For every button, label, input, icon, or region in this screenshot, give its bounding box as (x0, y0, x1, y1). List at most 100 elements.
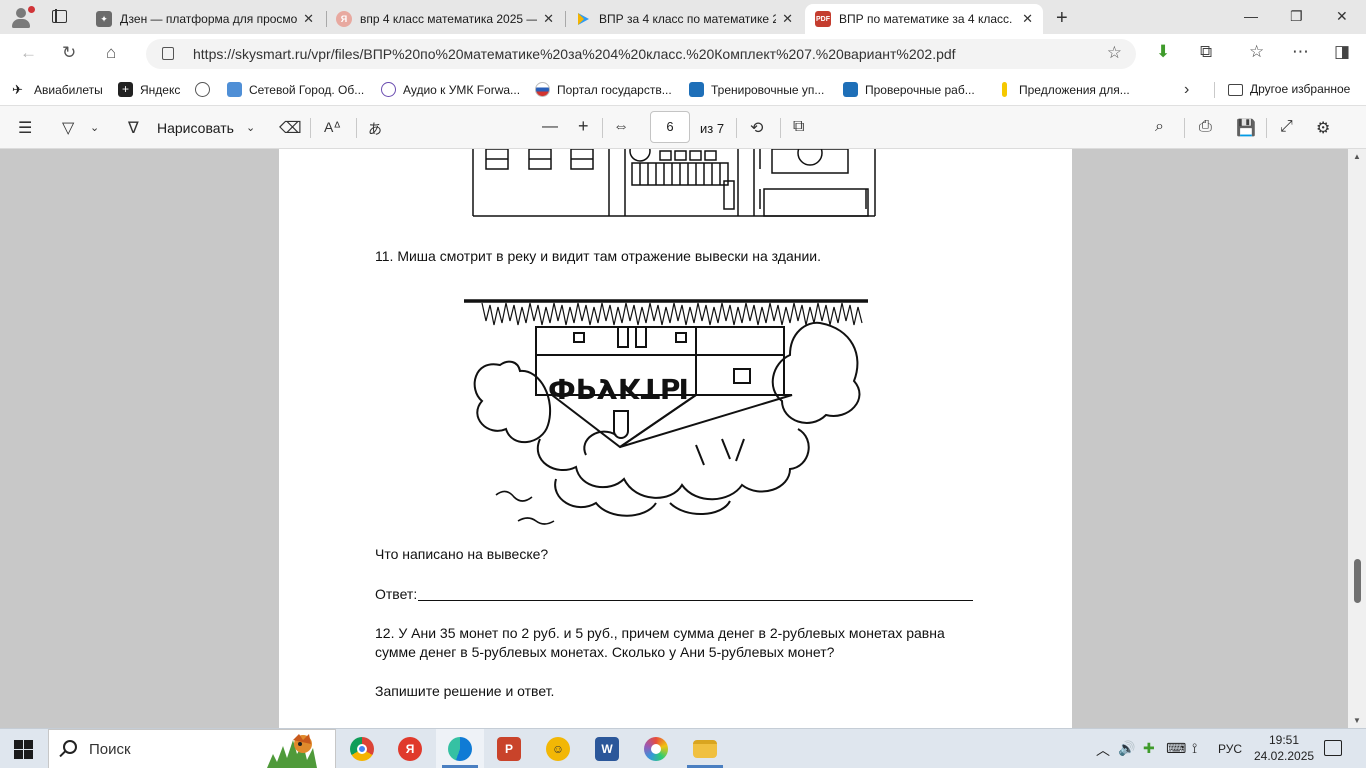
yandex-plus-icon: + (118, 82, 133, 97)
taskbar-yandex-browser[interactable]: Я (386, 729, 434, 768)
bookmark-proverochnye[interactable]: Проверочные раб... (843, 82, 975, 97)
lock-icon[interactable] (162, 47, 174, 60)
extensions-icon[interactable]: ⧉ (1200, 42, 1212, 62)
bookmark-gosuslugi[interactable]: Портал государств... (535, 82, 672, 97)
bookmark-netgorod[interactable]: Сетевой Город. Об... (227, 82, 364, 97)
plane-icon: ✈ (12, 82, 23, 97)
other-favorites[interactable]: Другое избранное (1228, 82, 1350, 96)
color-app-icon (644, 737, 668, 761)
page-number-input[interactable]: 6 (650, 111, 690, 143)
draw-icon[interactable]: ∇ (128, 118, 139, 138)
chrome-icon (350, 737, 374, 761)
favorite-star-icon[interactable]: ☆ (1107, 43, 1122, 63)
taskbar-explorer[interactable] (681, 729, 729, 768)
netgorod-icon (227, 82, 242, 97)
yandex-browser-icon: Я (398, 737, 422, 761)
powerpoint-icon: P (497, 737, 521, 761)
page-view-icon[interactable]: ⧉ (793, 118, 804, 136)
profile-icon[interactable] (10, 6, 35, 28)
refresh-button[interactable]: ↻ (62, 43, 76, 63)
bookmark-trenirovochnye[interactable]: Тренировочные уп... (689, 82, 824, 97)
fit-page-icon[interactable]: ⇔ (613, 118, 629, 136)
taskbar-chrome[interactable] (338, 729, 386, 768)
chevron-up-icon[interactable]: ︿ (1096, 740, 1110, 760)
back-button[interactable]: ← (20, 43, 37, 63)
bookmark-yellow-icon (1002, 82, 1007, 97)
taskbar-edge[interactable] (436, 729, 484, 768)
vertical-scrollbar[interactable]: ▲ ▼ (1348, 149, 1366, 728)
taskbar-powerpoint[interactable]: P (485, 729, 533, 768)
tab-vpr-pdf[interactable]: PDF ВПР по математике за 4 класс. К ✕ (805, 4, 1043, 34)
fullscreen-icon[interactable]: ⤢ (1280, 118, 1293, 136)
draw-button[interactable]: Нарисовать (157, 120, 234, 136)
download-extension-icon[interactable]: ⬇ (1156, 42, 1170, 62)
favorites-icon[interactable]: ☆ (1249, 42, 1264, 62)
language-indicator[interactable]: РУС (1218, 742, 1242, 756)
minimize-button[interactable]: — (1244, 8, 1258, 24)
home-button[interactable]: ⌂ (106, 43, 116, 63)
tab-dzen[interactable]: ✦ Дзен — платформа для просмотра ✕ (86, 4, 324, 34)
bookmark-predlozheniya[interactable]: Предложения для... (997, 82, 1130, 97)
pdf-viewer[interactable]: 11. Миша смотрит в реку и видит там отра… (0, 149, 1366, 728)
more-bookmarks-button[interactable]: › (1184, 81, 1189, 99)
close-icon[interactable]: ✕ (1022, 11, 1033, 27)
play-icon (575, 11, 591, 27)
close-icon[interactable]: ✕ (782, 11, 793, 27)
save-icon[interactable]: 💾 (1236, 118, 1256, 138)
scroll-thumb[interactable] (1354, 559, 1361, 603)
tab-yandex-search[interactable]: Я впр 4 класс математика 2025 — Я ✕ (326, 4, 564, 34)
url-text[interactable]: https://skysmart.ru/vpr/files/ВПР%20по%2… (193, 46, 956, 62)
word-icon: W (595, 737, 619, 761)
game-icon: ☺ (546, 737, 570, 761)
question-12-instruction: Запишите решение и ответ. (375, 683, 555, 699)
translate-icon[interactable]: あ (368, 119, 382, 139)
search-icon[interactable]: ⌕ (1155, 118, 1164, 136)
taskbar-word[interactable]: W (583, 729, 631, 768)
scroll-down-icon[interactable]: ▼ (1353, 716, 1361, 725)
contents-icon[interactable]: ☰ (18, 118, 32, 138)
address-bar[interactable]: https://skysmart.ru/vpr/files/ВПР%20по%2… (146, 39, 1136, 69)
bookmark-yandex[interactable]: + Яндекс (118, 82, 180, 97)
taskbar-color-app[interactable] (632, 729, 680, 768)
taskbar: Поиск Я P ☺ W ︿ 🔊 ✚ ⌨ ⟟ РУС 19:51 24.02.… (0, 728, 1366, 768)
close-icon[interactable]: ✕ (543, 11, 554, 27)
address-row: ← ↻ ⌂ https://skysmart.ru/vpr/files/ВПР%… (0, 34, 1366, 74)
yandex-disk-icon[interactable]: ✚ (1143, 740, 1155, 757)
settings-gear-icon[interactable]: ⚙ (1316, 118, 1330, 138)
bookmark-aviabilety[interactable]: ✈ Авиабилеты (12, 82, 103, 97)
notifications-icon[interactable] (1324, 740, 1342, 756)
new-tab-button[interactable]: + (1056, 7, 1068, 30)
folder-icon (693, 740, 717, 758)
sidebar-icon[interactable]: ◨ (1334, 42, 1350, 62)
windows-start-icon[interactable] (14, 740, 33, 759)
network-icon[interactable]: ⟟ (1192, 740, 1197, 757)
close-window-button[interactable]: ✕ (1336, 8, 1348, 25)
chevron-down-icon[interactable]: ⌄ (246, 121, 255, 134)
zoom-in-button[interactable]: + (578, 116, 589, 137)
close-icon[interactable]: ✕ (303, 11, 314, 27)
bookmark-audio[interactable]: Аудио к УМК Forwa... (381, 82, 520, 97)
ime-icon[interactable]: ⌨ (1166, 740, 1186, 757)
clock[interactable]: 19:51 24.02.2025 (1254, 732, 1314, 764)
gosuslugi-icon (535, 82, 550, 97)
tab-actions-icon[interactable] (52, 9, 67, 23)
volume-icon[interactable]: 🔊 (1118, 740, 1135, 757)
scroll-up-icon[interactable]: ▲ (1353, 152, 1361, 161)
audio-icon (381, 82, 396, 97)
tab-title: ВПР за 4 класс по математике 20 (599, 12, 777, 26)
rotate-icon[interactable]: ⟲ (750, 118, 763, 138)
read-aloud-icon[interactable]: Aᐞ (324, 119, 341, 136)
zoom-out-button[interactable]: — (542, 118, 558, 136)
restore-button[interactable]: ❐ (1290, 8, 1303, 25)
chevron-down-icon[interactable]: ⌄ (90, 121, 99, 134)
bookmark-globe[interactable] (195, 82, 217, 97)
highlight-icon[interactable]: ▽ (62, 118, 74, 138)
zen-icon: ✦ (96, 11, 112, 27)
tab-vpr-video[interactable]: ВПР за 4 класс по математике 20 ✕ (565, 4, 803, 34)
taskbar-search[interactable]: Поиск (48, 729, 336, 768)
taskbar-game[interactable]: ☺ (534, 729, 582, 768)
more-menu-icon[interactable]: ⋯ (1292, 42, 1309, 62)
eraser-icon[interactable]: ⌫ (279, 118, 302, 138)
print-icon[interactable]: ⎙ (1199, 118, 1212, 136)
sign-text: ФРУКТЫ (548, 372, 689, 405)
